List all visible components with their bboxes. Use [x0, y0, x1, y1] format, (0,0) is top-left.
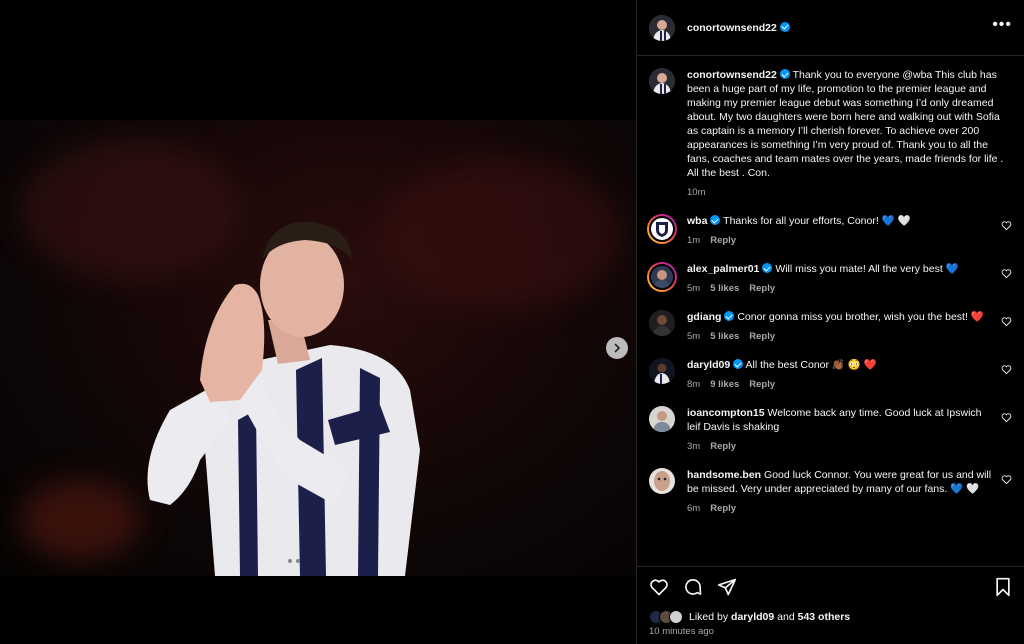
like-comment-heart-icon[interactable]: [1001, 220, 1012, 231]
like-comment-heart-icon[interactable]: [1001, 316, 1012, 327]
post-time-ago[interactable]: 10 minutes ago: [649, 626, 714, 637]
carousel-dot: [288, 559, 292, 563]
reply-button[interactable]: Reply: [749, 282, 775, 296]
comment-time: 8m: [687, 379, 701, 390]
commenter-avatar[interactable]: [647, 214, 677, 244]
reply-button[interactable]: Reply: [710, 440, 736, 454]
like-comment-heart-icon[interactable]: [1001, 364, 1012, 375]
commenter-avatar[interactable]: [647, 262, 677, 292]
commenter-avatar[interactable]: [649, 358, 675, 384]
verified-badge-icon: [733, 359, 744, 369]
next-slide-button[interactable]: [606, 337, 628, 359]
commenter-avatar[interactable]: [649, 468, 675, 494]
comment-username[interactable]: ioancompton15: [687, 407, 765, 419]
like-comment-heart-icon[interactable]: [1001, 412, 1012, 423]
comment-text: Will miss you mate! All the very best 💙: [775, 263, 959, 275]
like-comment-heart-icon[interactable]: [1001, 474, 1012, 485]
comment-text: Thanks for all your efforts, Conor! 💙 🤍: [723, 215, 911, 227]
like-button[interactable]: [649, 577, 669, 600]
comment-time: 1m: [687, 235, 701, 246]
comment-text: Conor gonna miss you brother, wish you t…: [737, 311, 984, 323]
commenter-avatar[interactable]: [649, 310, 675, 336]
comment-item: daryld09 All the best Conor 👏🏾 😳 ❤️ 8m 9 …: [649, 358, 1012, 392]
heart-icon: [650, 579, 668, 596]
reply-button[interactable]: Reply: [749, 330, 775, 344]
comment-item: ioancompton15 Welcome back any time. Goo…: [649, 406, 1012, 454]
comment-time: 5m: [687, 283, 701, 294]
share-button[interactable]: [717, 577, 737, 600]
liked-by: Liked by daryld09 and 543 others: [649, 610, 850, 624]
like-comment-heart-icon[interactable]: [1001, 268, 1012, 279]
comment-item: gdiang Conor gonna miss you brother, wis…: [649, 310, 1012, 344]
verified-badge-icon: [710, 215, 721, 225]
comment-likes[interactable]: 9 likes: [710, 378, 739, 392]
paper-plane-icon: [717, 578, 737, 596]
author-username[interactable]: conortownsend22: [687, 22, 777, 34]
comment-likes[interactable]: 5 likes: [710, 282, 739, 296]
comment-time: 6m: [687, 503, 701, 514]
comment-text: All the best Conor 👏🏾 😳 ❤️: [745, 359, 877, 371]
bookmark-icon: [996, 577, 1010, 597]
caption-username[interactable]: conortownsend22: [687, 69, 777, 81]
comment-bubble-icon: [685, 579, 702, 595]
verified-badge-icon: [762, 263, 773, 273]
author-avatar[interactable]: [649, 14, 675, 41]
chevron-right-icon: [614, 343, 621, 353]
comment-time: 3m: [687, 441, 701, 452]
comment-item: wba Thanks for all your efforts, Conor! …: [647, 214, 1012, 248]
reply-button[interactable]: Reply: [710, 234, 736, 248]
carousel-dots: [280, 559, 300, 563]
player-figure: [147, 221, 420, 576]
liked-by-user[interactable]: daryld09: [731, 611, 774, 623]
reply-button[interactable]: Reply: [749, 378, 775, 392]
author-avatar[interactable]: [649, 68, 675, 94]
caption-time: 10m: [687, 187, 706, 198]
carousel-dot: [280, 559, 284, 563]
save-button[interactable]: [994, 577, 1012, 600]
comment-username[interactable]: wba: [687, 215, 707, 227]
comment-username[interactable]: daryld09: [687, 359, 730, 371]
caption: conortownsend22 Thank you to everyone @w…: [649, 68, 1012, 200]
commenter-avatar[interactable]: [649, 406, 675, 432]
comment-likes[interactable]: 5 likes: [710, 330, 739, 344]
comment-time: 5m: [687, 331, 701, 342]
post-media: [0, 0, 636, 644]
liked-by-and: and: [777, 611, 795, 623]
liker-avatar: [669, 610, 683, 624]
comment-username[interactable]: gdiang: [687, 311, 721, 323]
caption-text: Thank you to everyone @wba This club has…: [687, 69, 1004, 179]
post-header: conortownsend22 •••: [637, 0, 1024, 56]
comment-item: handsome.ben Good luck Connor. You were …: [649, 468, 1012, 516]
verified-badge-icon: [779, 21, 790, 32]
reply-button[interactable]: Reply: [710, 502, 736, 516]
liked-by-prefix: Liked by: [689, 611, 729, 623]
verified-badge-icon: [724, 311, 735, 321]
more-options-button[interactable]: •••: [992, 17, 1012, 33]
comment-username[interactable]: handsome.ben: [687, 469, 761, 481]
liked-by-others[interactable]: 543 others: [798, 611, 851, 623]
instagram-post-modal: conortownsend22 ••• conortownsend22 Than…: [0, 0, 1024, 644]
verified-badge-icon: [779, 69, 790, 79]
author-username-group[interactable]: conortownsend22: [687, 21, 790, 34]
comments-list[interactable]: conortownsend22 Thank you to everyone @w…: [637, 56, 1024, 566]
comment-item: alex_palmer01 Will miss you mate! All th…: [647, 262, 1012, 296]
comment-button[interactable]: [683, 577, 703, 600]
comment-username[interactable]: alex_palmer01: [687, 263, 759, 275]
carousel-dot: [296, 559, 300, 563]
post-sidebar: conortownsend22 ••• conortownsend22 Than…: [636, 0, 1024, 644]
post-photo: [0, 120, 636, 576]
